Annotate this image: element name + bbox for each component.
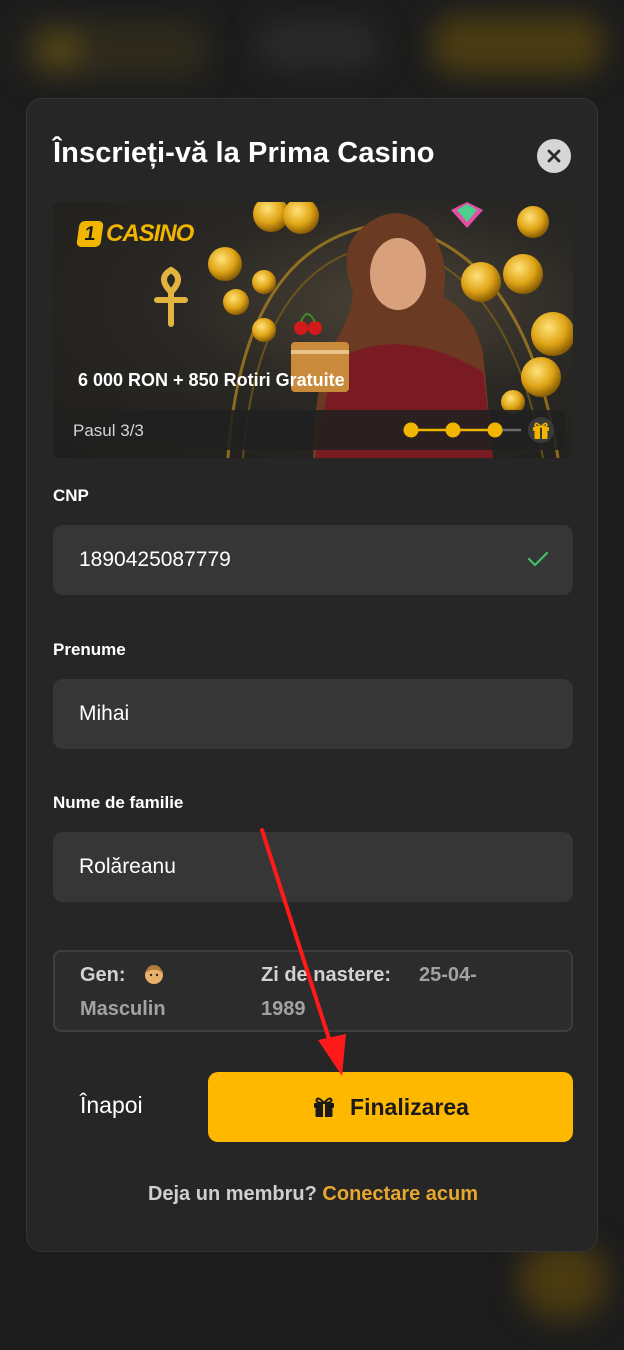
birthdate-label: Zi de nastere: <box>261 964 392 986</box>
finish-button[interactable]: Finalizarea <box>208 1072 573 1142</box>
gender-value: Masculin <box>80 998 166 1020</box>
close-button[interactable] <box>537 139 571 173</box>
login-link[interactable]: Conectare acum <box>322 1183 478 1205</box>
cnp-value: 1890425087779 <box>79 548 231 571</box>
birthdate-value-part1: 25-04- <box>419 964 477 986</box>
promo-banner: 1 CASINO 6 000 RON + 850 Rotiri Gratuite… <box>53 202 573 458</box>
member-row: Deja un membru? Conectare acum <box>27 1183 599 1206</box>
step-dot-2 <box>445 422 461 438</box>
background-logo-blur <box>20 20 210 80</box>
summary-box: Gen: Masculin Zi de nastere: 25-04- 1989 <box>53 950 573 1032</box>
gift-icon <box>314 1097 335 1117</box>
brand-logo: 1 CASINO <box>76 220 194 248</box>
male-avatar-icon <box>145 965 163 984</box>
close-icon <box>547 149 561 163</box>
member-question: Deja un membru? <box>147 1183 317 1205</box>
back-button[interactable]: Înapoi <box>80 1092 143 1119</box>
gender-label: Gen: <box>80 964 126 986</box>
background-button-blur <box>430 15 605 75</box>
finish-button-label: Finalizarea <box>350 1093 469 1120</box>
check-icon <box>527 551 549 567</box>
prenume-field[interactable]: Mihai <box>53 679 573 749</box>
nume-label: Nume de familie <box>53 793 184 812</box>
background-chat-blur <box>518 1240 608 1320</box>
prenume-label: Prenume <box>53 640 126 659</box>
cnp-label: CNP <box>53 486 89 505</box>
modal-title: Înscrieți-vă la Prima Casino <box>53 137 435 169</box>
promo-text: 6 000 RON + 850 Rotiri Gratuite <box>78 370 345 390</box>
step-label: Pasul 3/3 <box>73 421 144 440</box>
step-progress-bar: Pasul 3/3 <box>59 410 565 450</box>
cnp-field[interactable]: 1890425087779 <box>53 525 573 595</box>
prenume-value: Mihai <box>79 702 130 725</box>
nume-field[interactable]: Rolăreanu <box>53 832 573 902</box>
background-nav-blur <box>255 20 380 70</box>
signup-modal: Înscrieți-vă la Prima Casino 1 CASINO 6 … <box>26 98 598 1252</box>
step-progress-track <box>403 417 554 443</box>
step-dot-1 <box>403 422 419 438</box>
brand-logo-badge: 1 <box>76 221 104 247</box>
birthdate-value-part2: 1989 <box>261 998 306 1020</box>
brand-logo-text: CASINO <box>106 220 194 247</box>
step-dot-3 <box>487 422 503 438</box>
nume-value: Rolăreanu <box>79 855 176 878</box>
